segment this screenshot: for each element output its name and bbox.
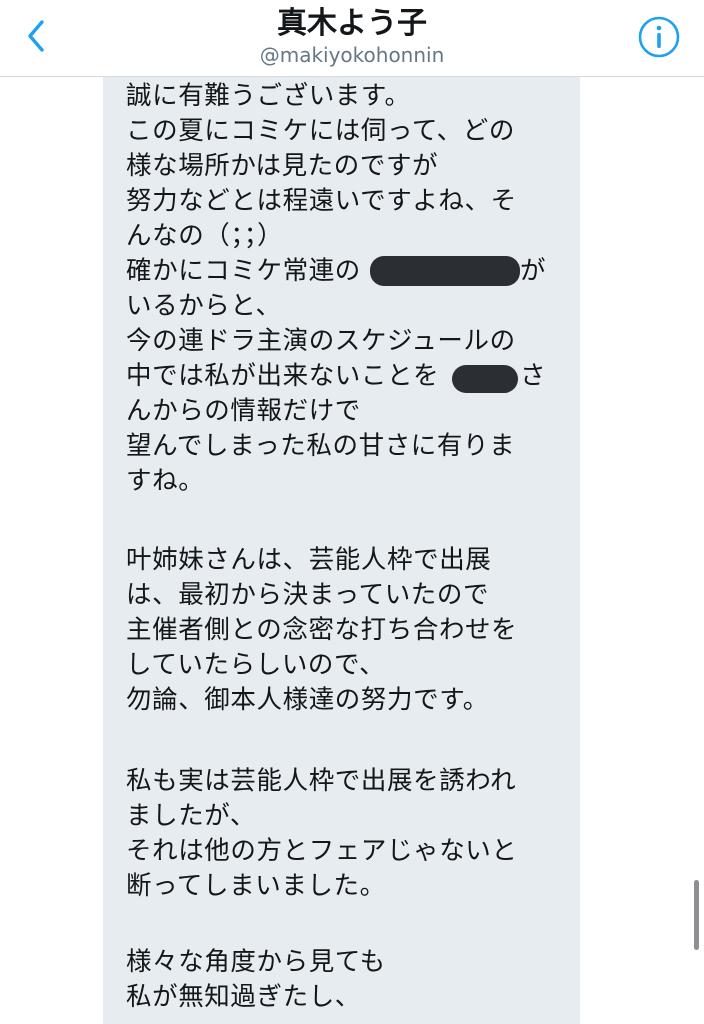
info-button[interactable]: [636, 14, 682, 60]
message-line: んなの（；；）: [126, 221, 284, 251]
scrollbar-thumb[interactable]: [694, 880, 699, 950]
message-line: 確かにコミケ常連の: [126, 256, 361, 286]
message-thread[interactable]: 誠に有難うございます。 この夏にコミケには伺って、どの 様な場所かは見たのですが…: [0, 77, 704, 1024]
message-line: 今の連ドラ主演のスケジュールの: [126, 326, 516, 356]
message-line: 望んでしまった私の甘さに有りま: [126, 431, 516, 461]
message-line: 私が無知過ぎたし、: [126, 982, 361, 1012]
message-line: 様々な角度から見ても: [126, 947, 386, 977]
message-line: すね。: [126, 466, 205, 496]
message-line: 断ってしまいました。: [126, 871, 386, 901]
message-line-tail: が: [520, 256, 547, 286]
conversation-title: 真木よう子: [277, 6, 427, 41]
redaction-mark: [452, 365, 518, 393]
message-line: 誠に有難うございます。: [126, 81, 411, 111]
message-line: 努力などとは程遠いですよね、そ: [126, 186, 517, 216]
message-line: 叶姉妹さんは、芸能人枠で出展: [126, 545, 492, 575]
message-line: 中では私が出来ないことを: [126, 361, 440, 391]
message-line: は、最初から決まっていたので: [126, 580, 490, 610]
message-line: それは他の方とフェアじゃないと: [126, 836, 518, 866]
conversation-handle: @makiyokohonnin: [259, 43, 445, 67]
info-circle-icon: [638, 16, 680, 58]
redaction-mark: [370, 256, 520, 286]
message-line: いるからと、: [126, 291, 282, 321]
message-line: 勿論、御本人様達の努力です。: [126, 685, 489, 715]
message-line: んからの情報だけで: [126, 396, 361, 426]
message-line: 私も実は芸能人枠で出展を誘われ: [126, 766, 517, 796]
message-line: していたらしいので、: [126, 650, 386, 680]
message-line: 主催者側との念密な打ち合わせを: [126, 615, 518, 645]
message-line-tail: さ: [520, 361, 547, 391]
message-line: ましたが、: [126, 801, 256, 831]
conversation-header: 真木よう子 @makiyokohonnin: [0, 0, 704, 77]
message-line: 様な場所かは見たのですが: [126, 151, 439, 181]
message-line: この夏にコミケには伺って、どの: [126, 116, 515, 146]
